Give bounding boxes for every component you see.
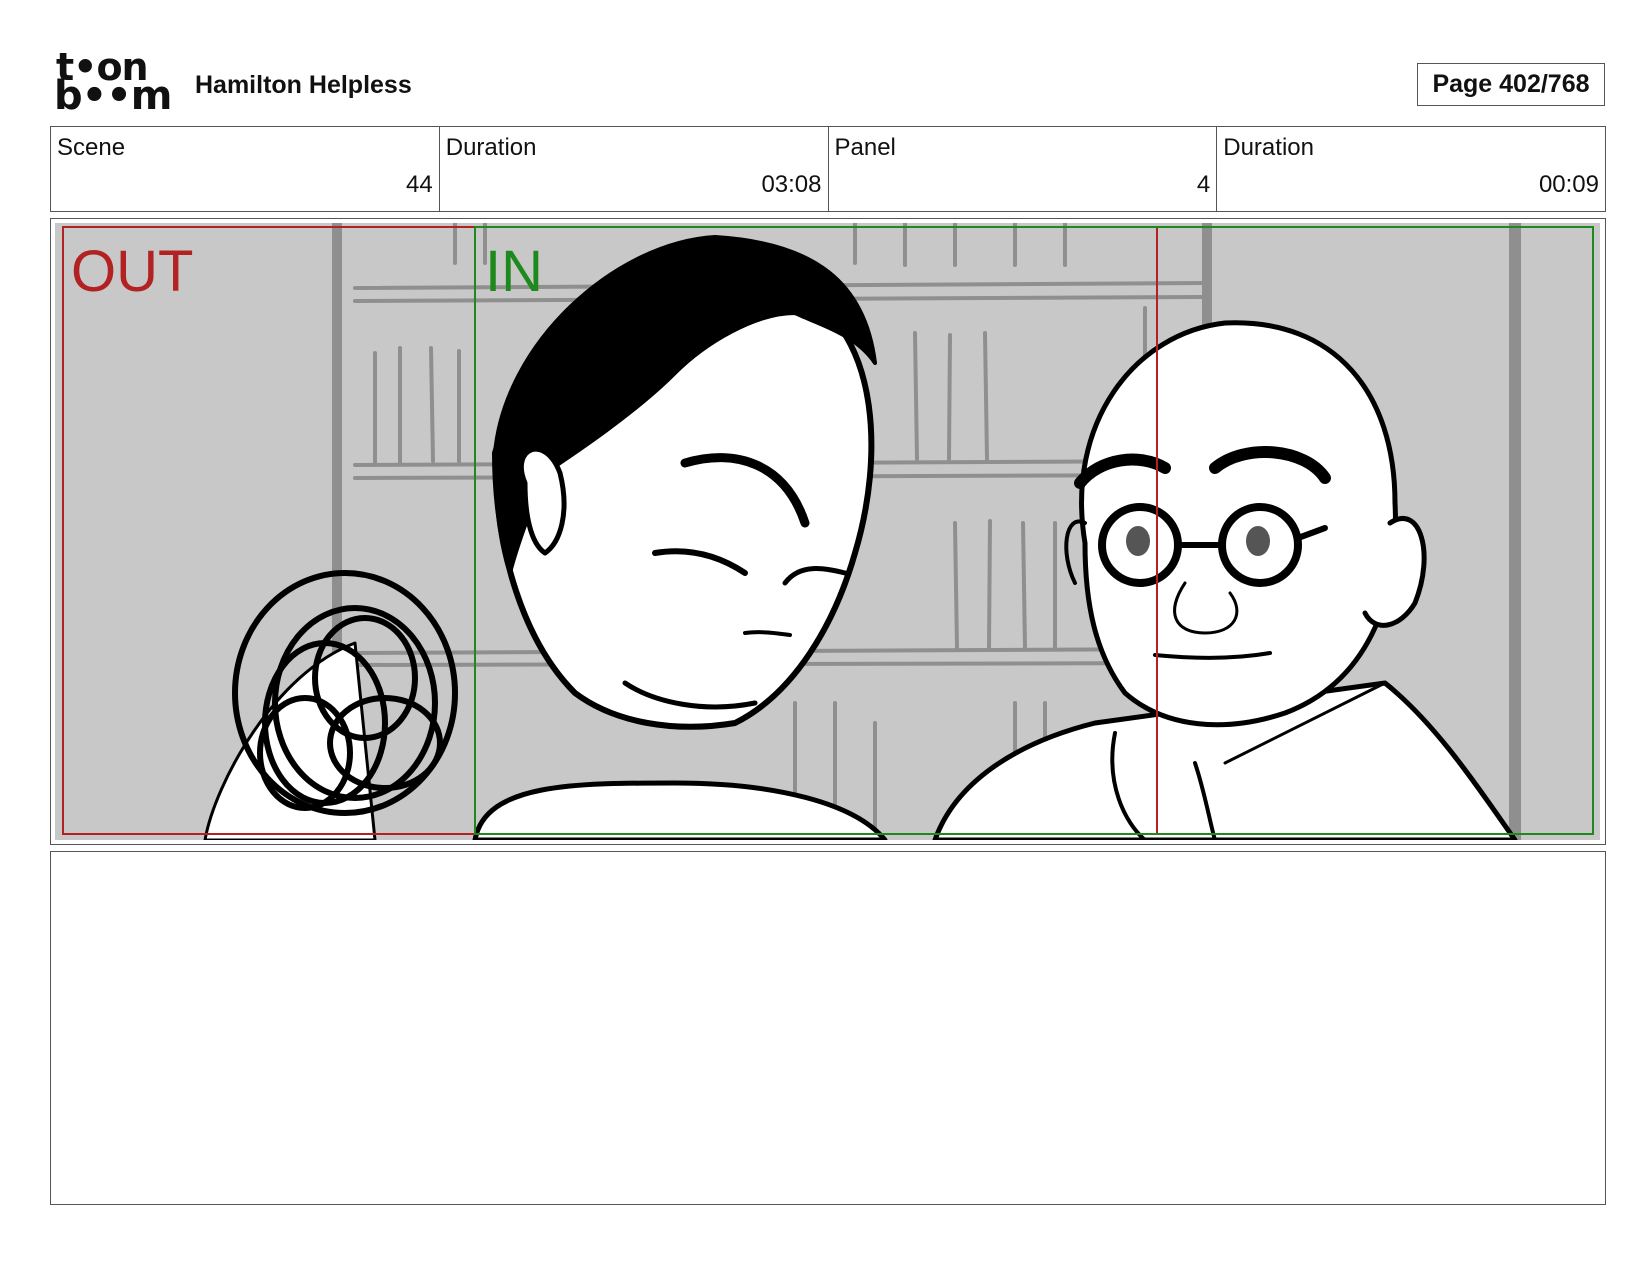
storyboard-panel: OUT IN [50,218,1606,845]
page-indicator: Page 402/768 [1417,63,1605,106]
scene-duration-cell: Duration 03:08 [440,127,829,211]
panel-duration-cell: Duration 00:09 [1217,127,1605,211]
panel-value: 4 [1196,171,1211,198]
toonboom-logo: t•on b••m [54,48,172,119]
panel-drawing: OUT IN [55,223,1600,840]
panel-cell: Panel 4 [829,127,1218,211]
scene-label: Scene [57,134,126,161]
caption-box [50,851,1606,1205]
out-label: OUT [71,239,193,304]
scene-value: 44 [406,171,433,198]
logo-line-2: b••m [54,73,172,119]
scene-duration-value: 03:08 [761,171,822,198]
page-label: Page 402/768 [1432,70,1590,98]
panel-label: Panel [834,134,896,161]
panel-duration-value: 00:09 [1538,171,1599,198]
panel-duration-label: Duration [1223,134,1314,161]
project-title: Hamilton Helpless [195,71,412,99]
scene-duration-label: Duration [445,134,537,161]
scene-info-table: Scene 44 Duration 03:08 Panel 4 Duration… [50,126,1606,212]
scene-cell: Scene 44 [51,127,440,211]
in-label: IN [485,239,543,304]
